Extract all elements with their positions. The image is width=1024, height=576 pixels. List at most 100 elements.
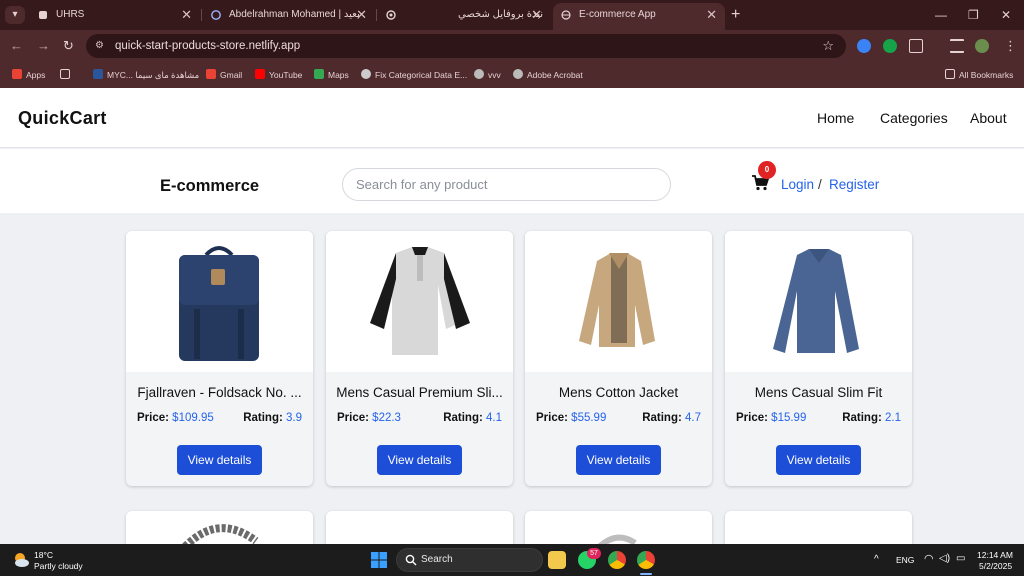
- product-search-input[interactable]: [342, 168, 671, 201]
- clock-date[interactable]: 5/2/2025: [979, 561, 1012, 571]
- grammarly-icon[interactable]: [883, 39, 897, 53]
- bookmark-maps[interactable]: Maps: [314, 68, 349, 82]
- tab-uhrs[interactable]: UHRS ✕: [30, 3, 200, 30]
- folder-icon: [945, 69, 955, 79]
- site-settings-icon[interactable]: ⚙: [95, 39, 109, 53]
- extension-icon[interactable]: [857, 39, 871, 53]
- close-tab-icon[interactable]: ✕: [531, 3, 542, 27]
- weather-temperature: 18°C: [34, 550, 53, 560]
- product-card[interactable]: Mens Casual Premium Sli... Price: $22.3 …: [326, 231, 513, 486]
- product-card[interactable]: Mens Casual Slim Fit Price: $15.99 Ratin…: [725, 231, 912, 486]
- close-tab-icon[interactable]: ✕: [356, 3, 367, 27]
- tray-overflow-icon[interactable]: ^: [874, 555, 879, 565]
- view-details-button[interactable]: View details: [377, 445, 462, 475]
- grid-icon: [60, 69, 70, 79]
- profile-avatar[interactable]: [975, 39, 989, 53]
- site-header: QuickCart Home Categories About: [0, 88, 1024, 148]
- nav-about[interactable]: About: [970, 88, 1007, 148]
- tab-title: UHRS: [56, 9, 85, 20]
- product-image-jacket[interactable]: [525, 231, 712, 372]
- close-tab-icon[interactable]: ✕: [181, 3, 192, 27]
- globe-favicon-icon: [561, 10, 571, 20]
- bookmark-star-icon[interactable]: ☆: [822, 34, 834, 58]
- w-icon: [93, 69, 103, 79]
- chrome-icon[interactable]: [608, 551, 626, 569]
- new-tab-icon[interactable]: +: [731, 6, 740, 24]
- product-price: $22.3: [372, 412, 401, 424]
- chrome-menu-icon[interactable]: ⋮: [1004, 37, 1017, 55]
- product-card[interactable]: Fjallraven - Foldsack No. ... Price: $10…: [126, 231, 313, 486]
- register-link[interactable]: Register: [829, 149, 879, 221]
- address-bar[interactable]: ⚙ quick-start-products-store.netlify.app…: [86, 34, 846, 58]
- product-card[interactable]: Mens Cotton Jacket Price: $55.99 Rating:…: [525, 231, 712, 486]
- login-link[interactable]: Login: [781, 149, 814, 221]
- clock-time[interactable]: 12:14 AM: [977, 550, 1013, 560]
- restore-icon[interactable]: ❐: [968, 6, 979, 24]
- tab-ecommerce-app[interactable]: E-commerce App ✕: [553, 3, 725, 30]
- battery-icon[interactable]: ▭: [956, 554, 965, 564]
- product-meta: Price: $22.3 Rating: 4.1: [337, 412, 502, 428]
- windows-start-icon[interactable]: [371, 552, 387, 568]
- tab-bio[interactable]: نبذة بروفايل شخصي ✕: [378, 3, 550, 30]
- url-text[interactable]: quick-start-products-store.netlify.app: [115, 34, 300, 58]
- price-label: Price:: [337, 412, 369, 424]
- back-icon[interactable]: ←: [10, 37, 23, 55]
- bookmark-vvv[interactable]: vvv: [474, 68, 501, 82]
- bookmark-adobe-acrobat[interactable]: Adobe Acrobat: [513, 68, 583, 82]
- nav-home[interactable]: Home: [817, 88, 854, 148]
- globe-icon: [474, 69, 484, 79]
- nav-categories[interactable]: Categories: [880, 88, 948, 148]
- bookmark-grid[interactable]: [60, 68, 74, 82]
- bookmark-mycima[interactable]: MYC... مشاهدة ماى سيما: [93, 68, 199, 82]
- close-window-icon[interactable]: ✕: [1001, 6, 1011, 24]
- product-image-backpack[interactable]: [126, 231, 313, 372]
- forward-icon[interactable]: →: [37, 37, 50, 55]
- bookmark-fix-categorical[interactable]: Fix Categorical Data E...: [361, 68, 467, 82]
- volume-icon[interactable]: ◁): [939, 554, 950, 564]
- chrome-active-icon[interactable]: [637, 551, 655, 569]
- weather-icon[interactable]: [12, 551, 30, 569]
- media-control-icon[interactable]: [950, 39, 964, 53]
- product-title[interactable]: Mens Casual Slim Fit: [735, 385, 902, 400]
- close-tab-icon[interactable]: ✕: [706, 3, 717, 27]
- taskbar-search[interactable]: Search: [396, 548, 543, 572]
- rating-label: Rating:: [842, 412, 882, 424]
- profile-favicon-icon: [211, 10, 221, 20]
- os-taskbar: 18°C Partly cloudy Search 57 ^ ENG ◠ ◁) …: [0, 544, 1024, 576]
- all-bookmarks[interactable]: All Bookmarks: [945, 68, 1013, 82]
- extensions-puzzle-icon[interactable]: [909, 39, 923, 53]
- whatsapp-badge: 57: [587, 548, 601, 559]
- wifi-icon[interactable]: ◠: [924, 554, 934, 565]
- product-price: $55.99: [571, 412, 607, 424]
- bookmark-apps[interactable]: Apps: [12, 68, 45, 82]
- bookmark-gmail[interactable]: Gmail: [206, 68, 242, 82]
- globe-icon: [513, 69, 523, 79]
- product-rating: 2.1: [885, 412, 901, 424]
- view-details-button[interactable]: View details: [776, 445, 861, 475]
- tab-search-button[interactable]: ▾: [5, 6, 25, 24]
- product-image-tshirt[interactable]: [326, 231, 513, 372]
- search-icon: [405, 554, 417, 566]
- rating-label: Rating:: [443, 412, 483, 424]
- minimize-icon[interactable]: —: [935, 6, 947, 24]
- product-image-sweater[interactable]: [725, 231, 912, 372]
- gmail-icon: [206, 69, 216, 79]
- price-label: Price:: [736, 412, 768, 424]
- product-title[interactable]: Mens Casual Premium Sli...: [336, 385, 503, 400]
- bookmark-youtube[interactable]: YouTube: [255, 68, 302, 82]
- bookmarks-bar: Apps MYC... مشاهدة ماى سيما Gmail YouTub…: [0, 62, 1024, 88]
- view-details-button[interactable]: View details: [576, 445, 661, 475]
- reload-icon[interactable]: ↻: [63, 37, 74, 55]
- product-rating: 4.7: [685, 412, 701, 424]
- input-language[interactable]: ENG: [896, 555, 914, 565]
- file-explorer-icon[interactable]: [548, 551, 566, 569]
- product-title[interactable]: Mens Cotton Jacket: [535, 385, 702, 400]
- brand-logo[interactable]: QuickCart: [18, 88, 107, 148]
- auth-separator: /: [818, 177, 822, 192]
- tab-profile[interactable]: Abdelrahman Mohamed | يعيد ✕: [203, 3, 375, 30]
- view-details-button[interactable]: View details: [177, 445, 262, 475]
- uhrs-favicon-icon: [39, 11, 47, 19]
- product-rating: 3.9: [286, 412, 302, 424]
- apps-grid-icon: [12, 69, 22, 79]
- product-title[interactable]: Fjallraven - Foldsack No. ...: [136, 385, 303, 400]
